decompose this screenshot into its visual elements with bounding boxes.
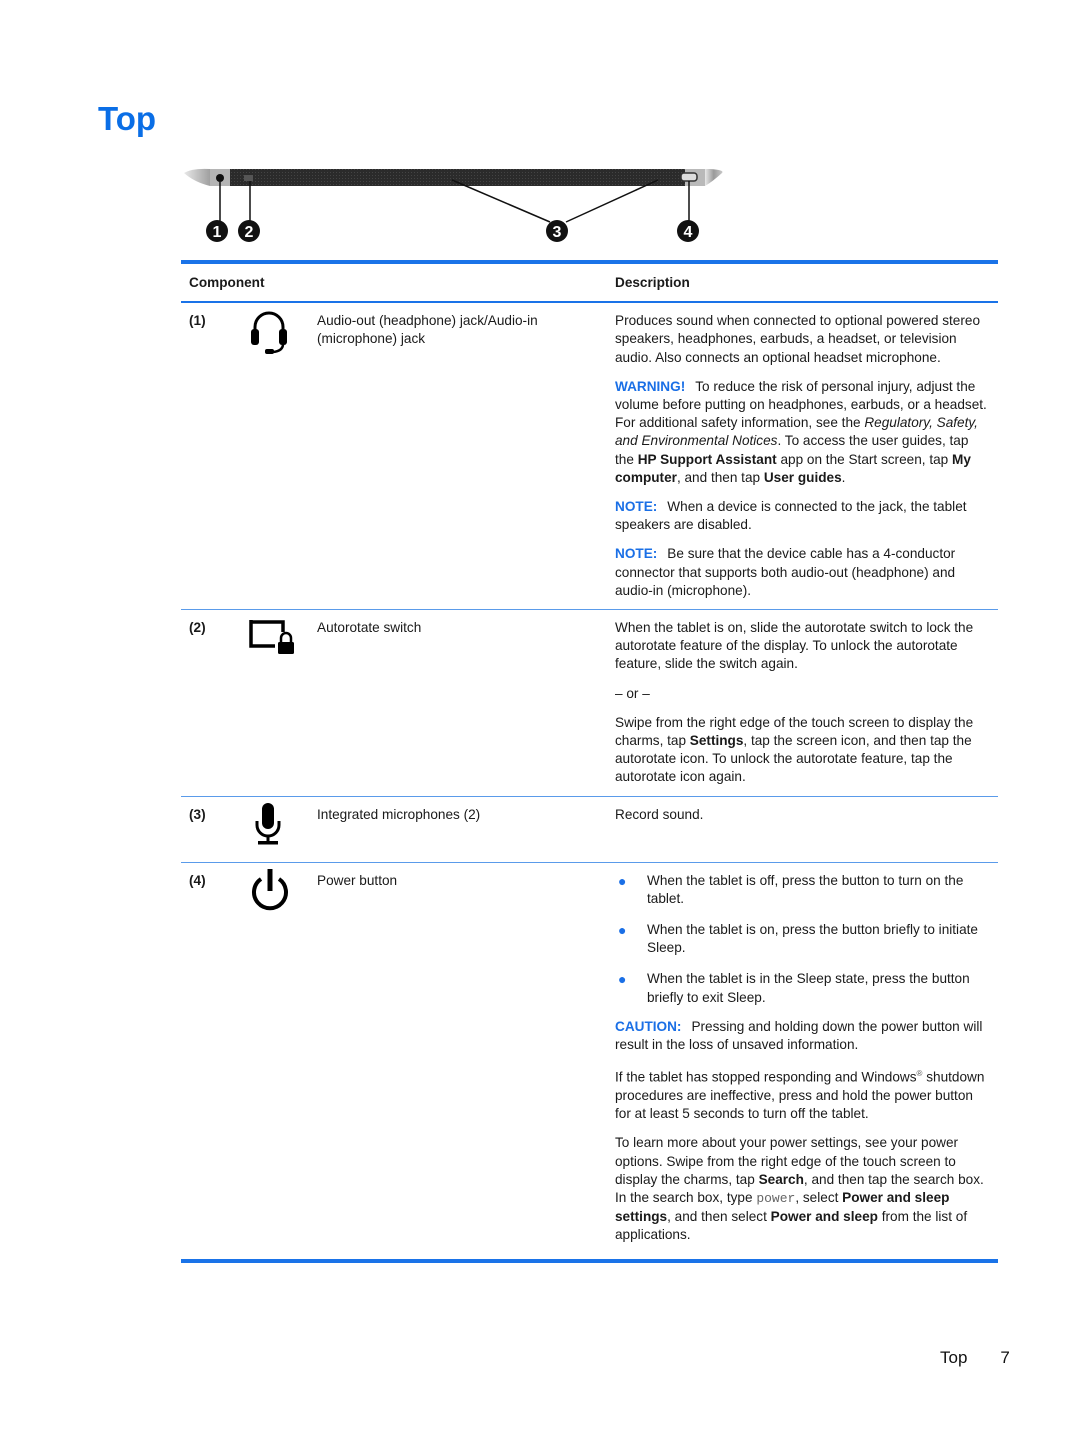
page-footer: Top 7: [940, 1348, 1010, 1368]
list-item: ● When the tablet is on, press the button…: [615, 921, 990, 957]
note-notice: NOTE: Be sure that the device cable has a…: [615, 545, 990, 600]
svg-text:3: 3: [553, 224, 562, 241]
app-name: HP Support Assistant: [637, 451, 777, 467]
typed-command: power: [756, 1191, 796, 1207]
note-label: NOTE:: [615, 546, 658, 562]
setting-name: Power and sleep: [770, 1209, 878, 1225]
component-name: Integrated microphones (2): [309, 796, 607, 863]
row-number: (2): [181, 609, 239, 797]
caution-label: CAUTION:: [615, 1018, 682, 1034]
callout-1: 1: [206, 220, 228, 242]
page-number: 7: [1000, 1348, 1010, 1367]
tablet-body: [184, 168, 723, 186]
header-description: Description: [607, 259, 998, 304]
text-span: , and then select: [667, 1209, 771, 1225]
callout-2: 2: [238, 220, 260, 242]
bullet-text: When the tablet is on, press the button …: [647, 922, 978, 956]
headphone-jack: [216, 174, 224, 182]
description-text: Swipe from the right edge of the touch s…: [615, 714, 990, 787]
list-item: ● When the tablet is off, press the butto…: [615, 872, 990, 908]
text-span: , select: [795, 1190, 843, 1206]
description-text: Record sound.: [615, 806, 704, 822]
warning-notice: WARNING! To reduce the risk of personal i…: [615, 378, 990, 487]
warning-label: WARNING!: [615, 378, 686, 394]
note-label: NOTE:: [615, 499, 658, 515]
or-separator: – or –: [615, 685, 650, 701]
component-name: Autorotate switch: [309, 609, 607, 797]
charm-name: Settings: [689, 733, 744, 749]
svg-text:2: 2: [245, 224, 254, 241]
menu-item-name: User guides: [763, 469, 842, 485]
callout-lines: [219, 179, 690, 223]
bullet-text: When the tablet is in the Sleep state, p…: [647, 971, 970, 1005]
description-text: To learn more about your power settings,…: [615, 1134, 990, 1244]
bullet-icon: ●: [618, 922, 627, 939]
note-notice: NOTE: When a device is connected to the j…: [615, 498, 990, 534]
table-row: (3) Integrated microphones (2) Record so…: [181, 796, 998, 863]
text-span: If the tablet has stopped responding and…: [615, 1069, 917, 1085]
list-item: ● When the tablet is in the Sleep state, …: [615, 970, 990, 1006]
autorotate-switch: [244, 175, 253, 181]
caution-notice: CAUTION: Pressing and holding down the po…: [615, 1018, 990, 1054]
page-title: Top: [98, 100, 157, 137]
callout-3: 3: [546, 220, 568, 242]
tablet-top-edge-illustration: 1 2 3 4: [184, 168, 723, 242]
bullet-icon: ●: [618, 971, 627, 988]
bullet-icon: ●: [618, 872, 627, 889]
table-header-row: Component Description: [181, 259, 998, 304]
table-row: (4) Power button ● When the tablet is off…: [181, 862, 998, 1263]
microphone-icon: [255, 802, 281, 845]
power-icon: [252, 868, 288, 910]
note-text: When a device is connected to the jack, …: [615, 499, 967, 533]
component-name: Audio-out (headphone) jack/Audio-in (mic…: [309, 302, 607, 611]
component-description: ● When the tablet is off, press the butto…: [607, 862, 998, 1263]
component-description: Produces sound when connected to optiona…: [607, 302, 998, 611]
footer-section-title: Top: [940, 1348, 968, 1367]
warning-text: , and then tap: [676, 469, 764, 485]
callout-4: 4: [677, 220, 699, 242]
warning-text: .: [841, 469, 846, 485]
autorotate-lock-icon: [249, 620, 294, 655]
row-number: (4): [181, 862, 239, 1263]
description-text: Produces sound when connected to optiona…: [615, 313, 981, 365]
description-text: If the tablet has stopped responding and…: [615, 1065, 990, 1123]
warning-text: app on the Start screen, tap: [776, 451, 952, 467]
header-component: Component: [181, 259, 607, 304]
component-name: Power button: [309, 862, 607, 1263]
bullet-list: ● When the tablet is off, press the butto…: [615, 872, 990, 1007]
row-number: (3): [181, 796, 239, 863]
row-number: (1): [181, 302, 239, 611]
component-table: Component Description (1) Audio-out (hea…: [181, 259, 998, 1263]
table-row: (1) Audio-out (headphone) jack/Audio-in …: [181, 302, 998, 611]
svg-text:4: 4: [684, 224, 693, 241]
bullet-text: When the tablet is off, press the button…: [647, 872, 964, 906]
component-description: When the tablet is on, slide the autorot…: [607, 609, 998, 797]
headset-icon: [251, 311, 287, 355]
component-description: Record sound.: [607, 796, 998, 863]
note-text: Be sure that the device cable has a 4-co…: [615, 546, 956, 598]
svg-text:1: 1: [213, 224, 222, 241]
charm-name: Search: [758, 1171, 804, 1187]
power-button: [680, 172, 698, 182]
description-text: When the tablet is on, slide the autorot…: [615, 620, 974, 672]
table-row: (2) Autorotate switch When the tablet is…: [181, 609, 998, 797]
